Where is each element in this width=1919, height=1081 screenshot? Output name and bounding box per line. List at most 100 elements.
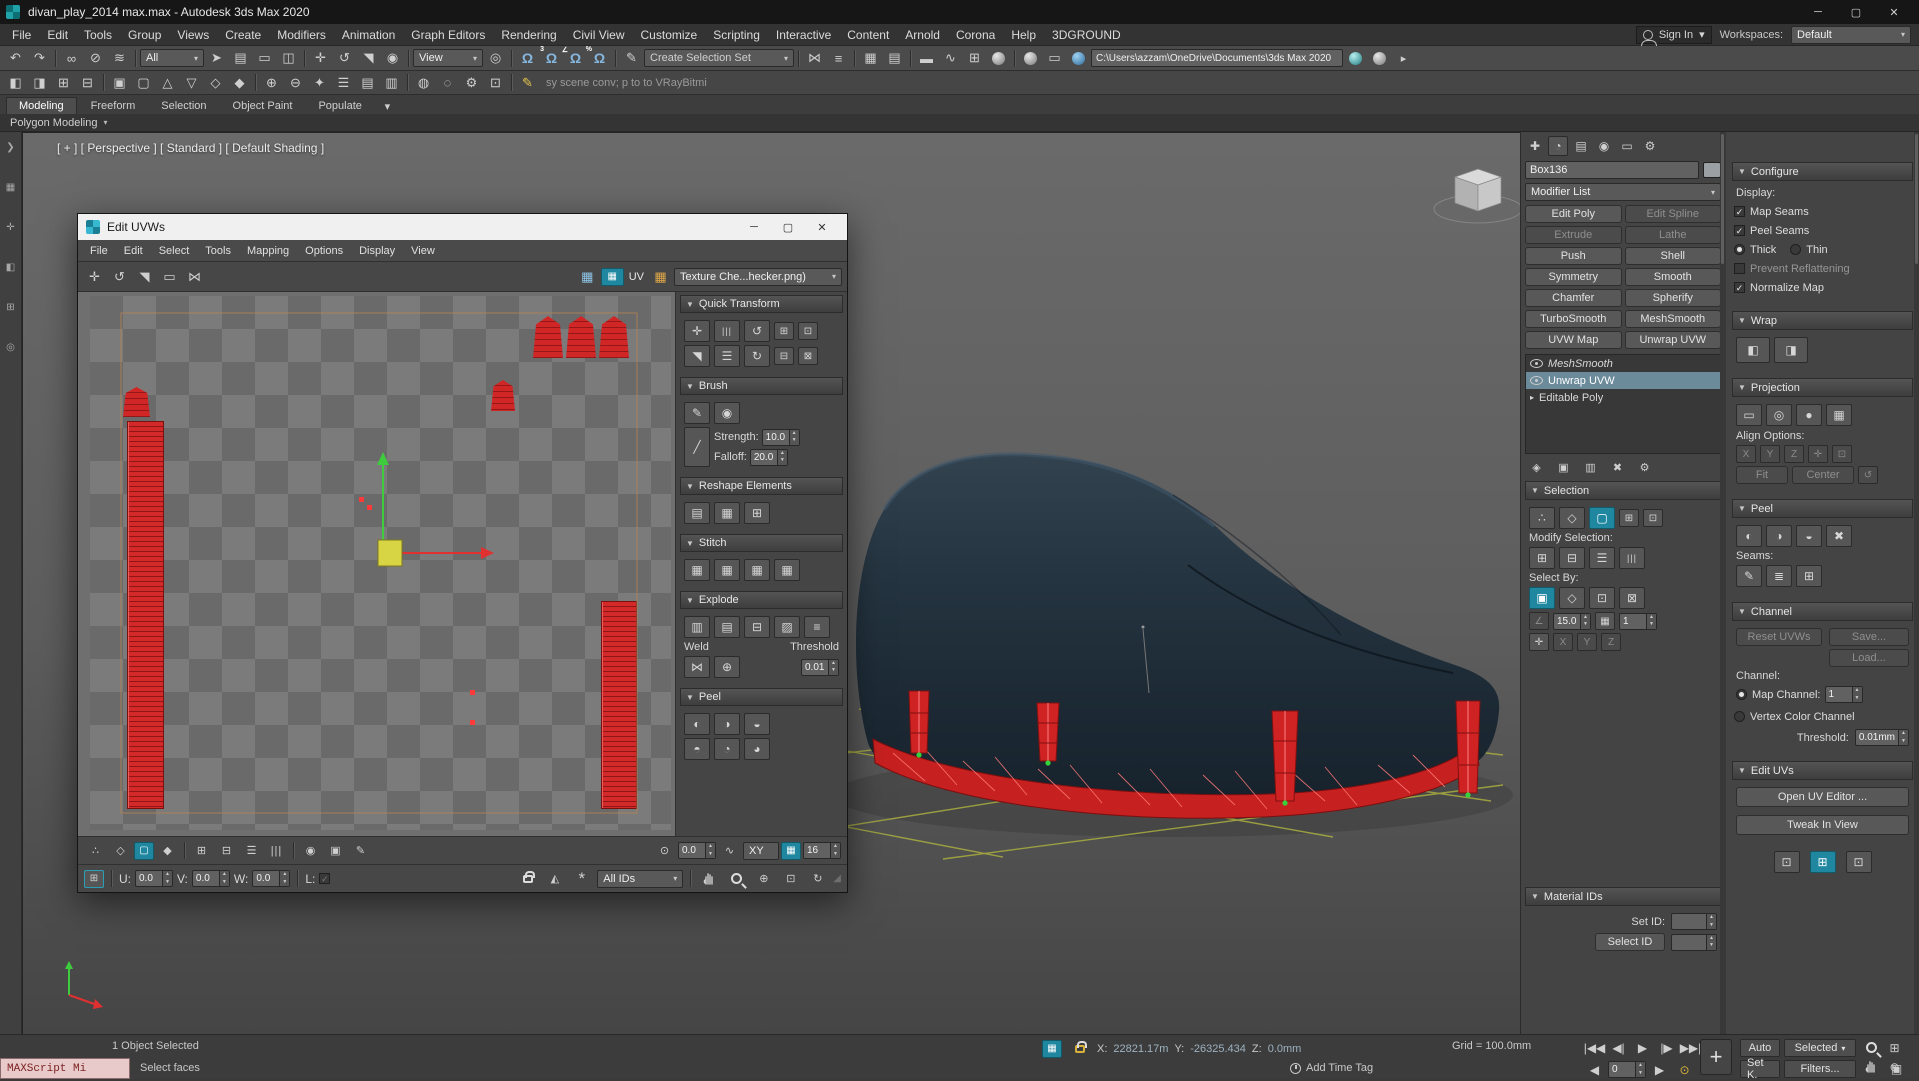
redo-icon[interactable]: ↷ [28, 48, 51, 69]
pan-icon[interactable] [1860, 1057, 1883, 1076]
layout-tab-icon-2[interactable]: ✛ [2, 218, 20, 236]
axis-y-button[interactable]: Y [1577, 633, 1597, 651]
ribbon-tab-object-paint[interactable]: Object Paint [221, 98, 305, 114]
xyz-align-icon[interactable]: ✛ [1529, 633, 1549, 651]
map-channel-radio[interactable]: Map Channel: [1736, 685, 1821, 704]
qt-linear-align-icon[interactable]: ⊠ [798, 347, 818, 365]
explode-flatten-icon[interactable]: ⊟ [744, 616, 770, 638]
previous-frame-icon[interactable]: ◀| [1607, 1038, 1630, 1057]
strength-spinner[interactable]: 10.0 ▲ ▼ [761, 428, 800, 446]
layout-tab-icon-1[interactable]: ▦ [2, 178, 20, 196]
qt-rotate-ccw-icon[interactable]: ↺ [744, 320, 770, 342]
uv-editor-canvas[interactable] [78, 292, 676, 836]
uvw-menu-display[interactable]: Display [351, 245, 403, 257]
qt-align-element-icon[interactable]: ⊟ [774, 347, 794, 365]
uv-ring-icon[interactable]: ☰ [240, 840, 263, 861]
axis-space-dropdown[interactable]: XY [743, 841, 779, 860]
menu-item-help[interactable]: Help [1003, 24, 1044, 46]
menu-item-file[interactable]: File [4, 24, 39, 46]
menu-item-content[interactable]: Content [839, 24, 897, 46]
spherify-button[interactable]: Spherify [1624, 289, 1721, 307]
go-to-start-icon[interactable]: |◀◀ [1583, 1038, 1606, 1057]
toggle-ribbon-icon[interactable]: ▬ [915, 48, 938, 69]
symmetry-button[interactable]: Symmetry [1525, 268, 1622, 286]
viewport-label[interactable]: [ + ] [ Perspective ] [ Standard ] [ Def… [57, 141, 324, 155]
edit-uvws-dialog[interactable]: Edit UVWs ─ ▢ ✕ File Edit Select Tools M… [77, 213, 848, 893]
reference-coordinate-dropdown[interactable]: View ▾ [413, 49, 483, 67]
rollout-edit-uvs[interactable]: ▼ Edit UVs [1732, 761, 1913, 780]
play-icon[interactable]: ▶ [1631, 1038, 1654, 1057]
relax-icon[interactable]: ◔ [714, 738, 740, 760]
box-map-icon[interactable]: ▦ [1826, 404, 1852, 426]
layout-tab-icon-4[interactable]: ⊞ [2, 298, 20, 316]
lathe-button[interactable]: Lathe [1624, 226, 1721, 244]
y-coordinate-field[interactable]: -26325.434 [1190, 1043, 1246, 1055]
weld-selected-icon[interactable]: ⋈ [684, 656, 710, 678]
peel-seams-checkbox[interactable]: ✓ Peel Seams [1734, 221, 1911, 240]
snap-toggle-3d-icon[interactable]: Ω3 [516, 46, 544, 69]
meshsmooth-button[interactable]: MeshSmooth [1624, 310, 1721, 328]
material-id-spinner[interactable]: 1 ▲ ▼ [1619, 612, 1657, 630]
visibility-eye-icon[interactable] [1530, 359, 1543, 368]
uvw-texture-checker-icon[interactable]: ▦ [649, 266, 672, 287]
toolbar2-icon-3[interactable]: ⊞ [52, 72, 75, 93]
uv-face-mode-icon[interactable]: ▢ [134, 841, 154, 860]
rollout-explode[interactable]: ▼ Explode [680, 591, 843, 609]
percent-snap-icon[interactable]: Ω% [564, 46, 592, 69]
pelt-map-icon[interactable]: ◒ [1796, 525, 1822, 547]
uvw-map-button[interactable]: UVW Map [1525, 331, 1622, 349]
relax-settings-icon[interactable]: ◕ [744, 738, 770, 760]
window-crossing-icon[interactable]: ◫ [277, 48, 300, 69]
layout-tab-arrow-icon[interactable]: ❯ [2, 138, 20, 156]
project-path-field[interactable]: C:\Users\azzam\OneDrive\Documents\3ds Ma… [1091, 49, 1343, 67]
uv-element-icon[interactable]: ◆ [156, 840, 179, 861]
stitch-custom-icon[interactable]: ▦ [684, 559, 710, 581]
toolbar2-icon-14[interactable]: ☰ [332, 72, 355, 93]
lock-selection-icon[interactable] [516, 868, 539, 889]
grow-selection-icon[interactable]: ⊞ [1529, 547, 1555, 569]
save-button[interactable]: Save... [1829, 628, 1909, 646]
maxscript-mini-listener[interactable]: MAXScript Mi [0, 1058, 130, 1079]
uvw-menu-select[interactable]: Select [151, 245, 198, 257]
menu-item-create[interactable]: Create [217, 24, 269, 46]
peel-reset-icon[interactable]: ✖ [1826, 525, 1852, 547]
toolbar2-icon-20[interactable]: ⊡ [484, 72, 507, 93]
mirror-icon[interactable]: ⋈ [803, 48, 826, 69]
object-color-swatch[interactable] [1703, 162, 1721, 178]
zoom-icon[interactable] [1860, 1038, 1883, 1057]
uv-stack-icon-1[interactable]: ⊡ [1773, 851, 1800, 873]
qt-snap-pixel-icon[interactable]: ⊡ [798, 322, 818, 340]
set-keys-plus-button[interactable]: + [1700, 1039, 1732, 1075]
uv-stack-icon-2[interactable]: ⊞ [1809, 851, 1836, 873]
edge-selection-to-seams-icon[interactable]: ⊞ [1796, 565, 1822, 587]
frame-back-icon[interactable]: ◀ [1583, 1060, 1606, 1079]
map-channel-spinner[interactable]: 1 ▲ ▼ [1824, 686, 1863, 703]
planar-angle-spinner[interactable]: 15.0 ▲ ▼ [1553, 612, 1591, 630]
use-pivot-center-icon[interactable]: ◎ [484, 48, 507, 69]
polygon-modeling-panel[interactable]: Polygon Modeling [10, 117, 97, 129]
v-spinner[interactable]: 0.0 ▲ ▼ [191, 870, 230, 887]
minimize-button[interactable]: ─ [1799, 0, 1837, 24]
reshape-straighten-icon[interactable]: ⊞ [744, 502, 770, 524]
qt-scale-icon[interactable]: ◥ [684, 345, 710, 367]
center-button[interactable]: Center [1792, 466, 1854, 484]
toolbar2-icon-18[interactable]: ◌ [436, 72, 459, 93]
toolbar2-icon-8[interactable]: ▽ [180, 72, 203, 93]
stack-item-unwrap-uvw[interactable]: Unwrap UVW [1526, 372, 1720, 389]
quick-peel-icon[interactable]: ◐ [684, 713, 710, 735]
stack-item-editable-poly[interactable]: ▸ Editable Poly [1526, 389, 1720, 406]
uv-soft-selection-curve-icon[interactable]: ∿ [718, 840, 741, 861]
select-by-name-icon[interactable]: ▤ [229, 48, 252, 69]
peel-mode-icon[interactable]: ◑ [1766, 525, 1792, 547]
set-key-button[interactable]: Set K. [1740, 1057, 1780, 1081]
select-id-spinner[interactable]: ▲ ▼ [1671, 933, 1717, 951]
menu-item-tools[interactable]: Tools [76, 24, 120, 46]
shrink-selection-icon[interactable]: ⊟ [1559, 547, 1585, 569]
explode-detach-icon[interactable]: ▤ [714, 616, 740, 638]
relax-brush-icon[interactable]: ◉ [714, 402, 740, 424]
grid-size-spinner[interactable]: 16 ▲ ▼ [803, 842, 841, 859]
render-setup-icon[interactable] [1019, 48, 1042, 69]
align-x-button[interactable]: X [1736, 445, 1756, 463]
stitch-average-icon[interactable]: ▦ [714, 559, 740, 581]
menu-item-edit[interactable]: Edit [39, 24, 76, 46]
